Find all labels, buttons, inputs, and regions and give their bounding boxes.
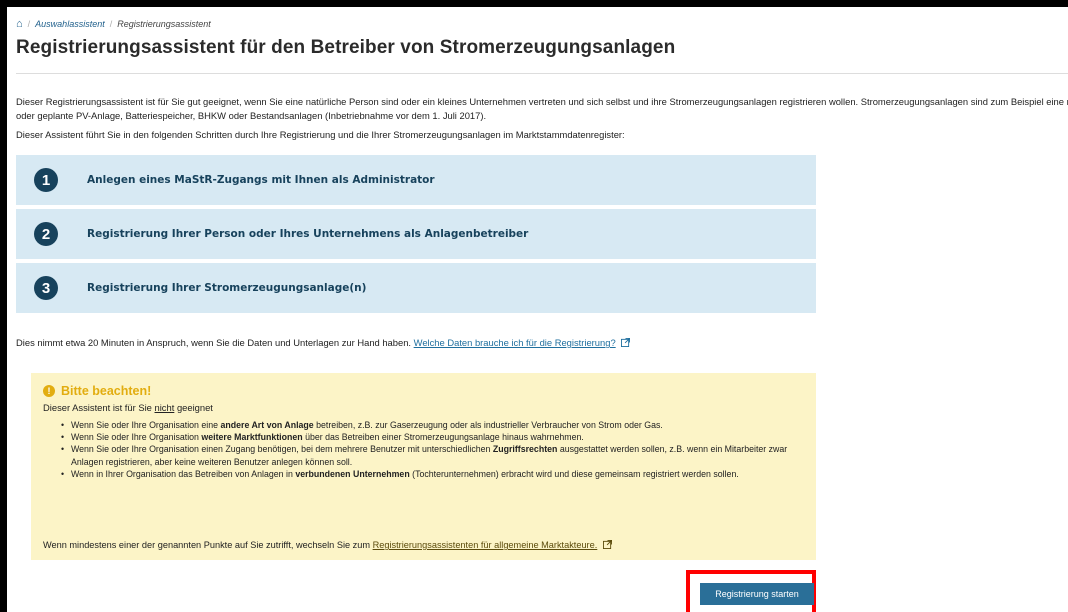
page: ⌂ / Auswahlassistent / Registrierungsass…	[7, 7, 1068, 612]
list-item: Wenn Sie oder Ihre Organisation weitere …	[61, 431, 804, 443]
notice-list: Wenn Sie oder Ihre Organisation eine and…	[43, 419, 804, 480]
warning-icon: !	[43, 385, 55, 397]
notice-sub-prefix: Dieser Assistent ist für Sie	[43, 402, 152, 413]
notice-title: Bitte beachten!	[61, 384, 152, 398]
step-label-1: Anlegen eines MaStR-Zugangs mit Ihnen al…	[87, 174, 435, 186]
duration-sentence: Dies nimmt etwa 20 Minuten in Anspruch, …	[16, 337, 412, 348]
external-link-icon[interactable]	[602, 540, 612, 549]
step-label-3: Registrierung Ihrer Stromerzeugungsanlag…	[87, 282, 367, 294]
step-2: 2 Registrierung Ihrer Person oder Ihres …	[16, 209, 816, 259]
list-item: Wenn Sie oder Ihre Organisation einen Zu…	[61, 443, 804, 467]
breadcrumb-separator: /	[27, 19, 31, 29]
breadcrumb-separator: /	[109, 19, 113, 29]
list-item: Wenn Sie oder Ihre Organisation eine and…	[61, 419, 804, 431]
duration-text: Dies nimmt etwa 20 Minuten in Anspruch, …	[16, 337, 631, 348]
external-link-icon[interactable]	[621, 338, 631, 347]
notice-sub-emphasis: nicht	[154, 402, 175, 413]
step-label-2: Registrierung Ihrer Person oder Ihres Un…	[87, 228, 529, 240]
step-3: 3 Registrierung Ihrer Stromerzeugungsanl…	[16, 263, 816, 313]
breadcrumb-link-auswahlassistent[interactable]: Auswahlassistent	[35, 19, 105, 29]
intro-paragraph-1: Dieser Registrierungsassistent ist für S…	[16, 96, 1068, 121]
notice-subtitle: Dieser Assistent ist für Sie nicht geeig…	[43, 402, 804, 413]
breadcrumb-current: Registrierungsassistent	[117, 19, 211, 29]
intro-paragraph-2: Dieser Assistent führt Sie in den folgen…	[16, 129, 625, 140]
required-data-link[interactable]: Welche Daten brauche ich für die Registr…	[414, 337, 616, 348]
step-number-2: 2	[34, 222, 58, 246]
step-number-1: 1	[34, 168, 58, 192]
step-1: 1 Anlegen eines MaStR-Zugangs mit Ihnen …	[16, 155, 816, 205]
notice-sub-suffix: geeignet	[176, 402, 213, 413]
general-market-actors-link[interactable]: Registrierungsassistenten für allgemeine…	[373, 540, 598, 550]
switch-text: Wenn mindestens einer der genannten Punk…	[43, 540, 612, 550]
intro-text: Dieser Registrierungsassistent ist für S…	[16, 95, 1068, 148]
home-icon[interactable]: ⌂	[16, 18, 23, 29]
step-number-3: 3	[34, 276, 58, 300]
page-title: Registrierungsassistent für den Betreibe…	[16, 37, 676, 58]
notice-header: ! Bitte beachten!	[43, 384, 804, 398]
title-divider	[16, 73, 1068, 74]
breadcrumb: ⌂ / Auswahlassistent / Registrierungsass…	[16, 18, 211, 29]
notice-box: ! Bitte beachten! Dieser Assistent ist f…	[31, 373, 816, 560]
start-registration-button[interactable]: Registrierung starten	[700, 583, 814, 605]
switch-sentence: Wenn mindestens einer der genannten Punk…	[43, 540, 371, 550]
steps-list: 1 Anlegen eines MaStR-Zugangs mit Ihnen …	[16, 155, 816, 317]
list-item: Wenn in Ihrer Organisation das Betreiben…	[61, 468, 804, 480]
